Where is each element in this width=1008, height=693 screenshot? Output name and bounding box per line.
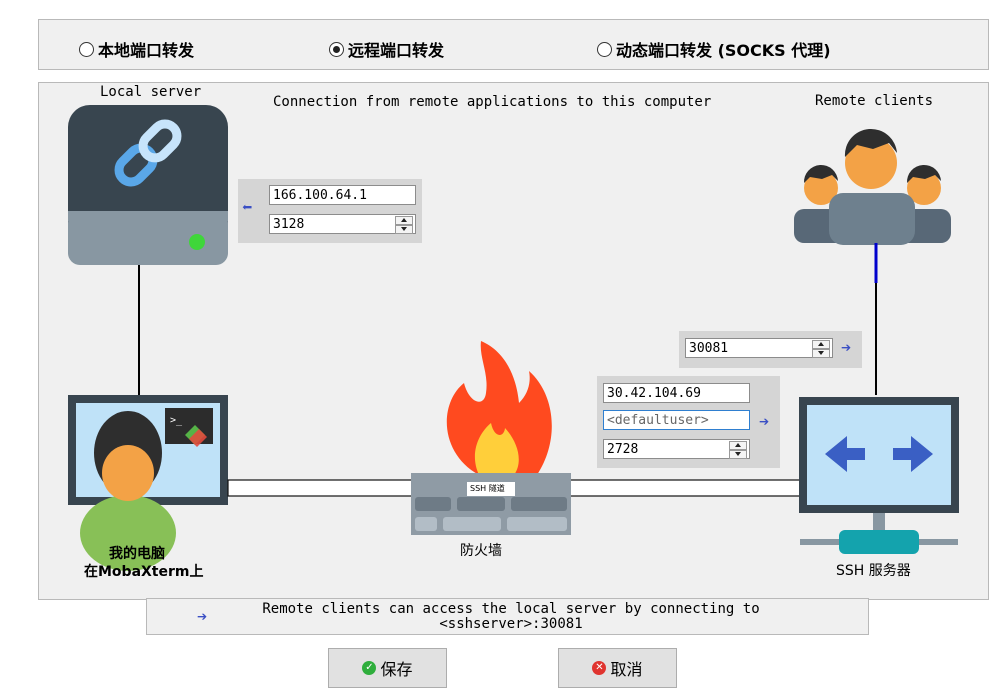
local-host-field[interactable]: 166.100.64.1	[269, 185, 416, 205]
local-target-box: ⬅ 166.100.64.1 3128	[238, 179, 422, 243]
status-bar: ➔ Remote clients can access the local se…	[146, 598, 869, 635]
local-port-field[interactable]: 3128	[269, 214, 416, 234]
my-computer-label: 我的电脑	[109, 546, 165, 562]
close-icon: ✕	[592, 661, 607, 675]
ssh-server-icon	[799, 397, 959, 554]
ssh-tunnel-label: SSH 隧道	[470, 484, 505, 493]
my-computer-sublabel: 在MobaXterm上	[84, 564, 204, 580]
diagram-heading: Connection from remote applications to t…	[273, 94, 712, 110]
local-forward-radio[interactable]: 本地端口转发	[79, 37, 194, 61]
arrow-right-icon: ➔	[841, 338, 852, 358]
port-spinner[interactable]	[395, 216, 413, 234]
svg-text:>_: >_	[170, 415, 183, 426]
local-server-icon	[68, 105, 228, 265]
ssh-user-field[interactable]: <defaultuser>	[603, 410, 750, 430]
remote-forward-radio[interactable]: 远程端口转发	[329, 37, 444, 61]
remote-port-box: 30081 ➔	[679, 331, 862, 368]
status-message: Remote clients can access the local serv…	[262, 601, 760, 632]
remote-clients-label: Remote clients	[815, 93, 934, 109]
forward-mode-bar: 本地端口转发 远程端口转发 动态端口转发 (SOCKS 代理)	[38, 19, 989, 70]
radio-circle-icon[interactable]	[597, 41, 612, 57]
remote-port-field[interactable]: 30081	[685, 338, 833, 358]
port-spinner[interactable]	[729, 441, 747, 459]
ssh-port-field[interactable]: 2728	[603, 439, 750, 459]
cancel-button[interactable]: ✕ 取消	[558, 648, 677, 688]
local-server-label: Local server	[100, 84, 202, 100]
ssh-server-box: 30.42.104.69 <defaultuser> 2728 ➔	[597, 376, 780, 468]
ssh-server-label: SSH 服务器	[836, 563, 911, 579]
arrow-left-icon: ⬅	[242, 198, 253, 218]
firewall-label: 防火墙	[460, 543, 502, 559]
tunnel-diagram-panel: >_ Local server Connection from remote a…	[38, 82, 989, 600]
radio-circle-icon[interactable]	[79, 41, 94, 57]
port-spinner[interactable]	[812, 340, 830, 358]
dynamic-forward-radio[interactable]: 动态端口转发 (SOCKS 代理)	[597, 37, 831, 61]
arrow-right-icon: ➔	[759, 412, 770, 432]
ssh-host-field[interactable]: 30.42.104.69	[603, 383, 750, 403]
remote-clients-icon	[794, 128, 951, 245]
check-icon: ✓	[362, 661, 377, 675]
save-button[interactable]: ✓ 保存	[328, 648, 447, 688]
firewall-icon	[411, 341, 571, 535]
arrow-right-icon: ➔	[197, 607, 208, 627]
radio-selected-icon[interactable]	[329, 41, 344, 57]
